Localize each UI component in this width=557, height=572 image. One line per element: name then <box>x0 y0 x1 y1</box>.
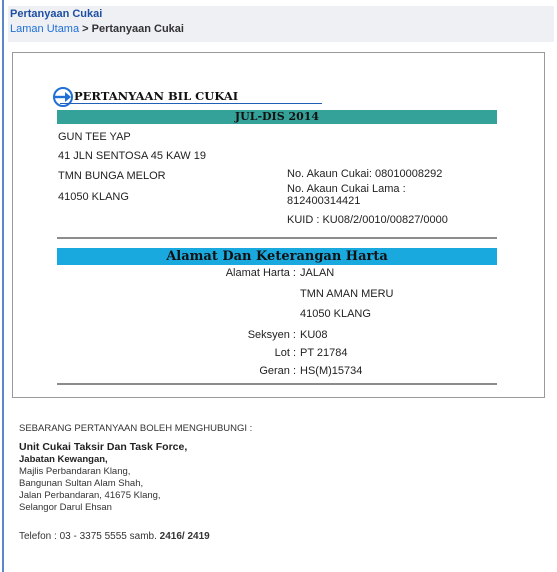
frame-border <box>2 0 4 572</box>
old-account-value: 812400314421 <box>287 195 361 207</box>
lot-value: PT 21784 <box>300 347 348 359</box>
contact-line: Majlis Perbandaran Klang, <box>19 466 131 477</box>
property-address-label: Alamat Harta : <box>225 267 296 279</box>
contact-phone: Telefon : 03 - 3375 5555 samb. 2416/ 241… <box>19 531 210 542</box>
old-account-label: No. Akaun Cukai Lama : <box>287 183 406 195</box>
contact-line: Bangunan Sultan Alam Shah, <box>19 478 144 489</box>
breadcrumb-home-link[interactable]: Laman Utama <box>10 23 79 35</box>
address-line1: 41 JLN SENTOSA 45 KAW 19 <box>58 150 206 162</box>
contact-dept: Jabatan Kewangan, <box>19 454 108 465</box>
seksyen-label: Seksyen : <box>247 329 296 341</box>
contact-intro: SEBARANG PERTANYAAN BOLEH MENGHUBUNGI : <box>19 423 253 434</box>
contact-line: Jalan Perbandaran, 41675 Klang, <box>19 490 161 501</box>
property-address-line: TMN AMAN MERU <box>300 288 394 300</box>
divider-top <box>57 237 497 239</box>
bill-header: PERTANYAAN BIL CUKAI <box>52 86 270 108</box>
geran-value: HS(M)15734 <box>300 365 363 377</box>
arrow-circle-icon <box>53 87 73 107</box>
property-address-line: 41050 KLANG <box>300 308 371 320</box>
title-bar: Pertanyaan Cukai Laman Utama > Pertanyaa… <box>8 6 554 42</box>
address-line3: 41050 KLANG <box>58 191 129 203</box>
lot-label: Lot : <box>274 347 296 359</box>
account-number: No. Akaun Cukai: 08010008292 <box>287 168 443 180</box>
owner-name: GUN TEE YAP <box>58 131 131 143</box>
breadcrumb-separator: > <box>79 23 92 35</box>
phone-extension: 2416/ 2419 <box>159 531 210 542</box>
breadcrumb: Laman Utama > Pertanyaan Cukai <box>10 23 184 35</box>
kuid: KUID : KU08/2/0010/00827/0000 <box>287 214 448 226</box>
property-heading: Alamat Dan Keterangan Harta <box>57 248 497 265</box>
address-line2: TMN BUNGA MELOR <box>58 170 166 182</box>
geran-label: Geran : <box>259 365 296 377</box>
breadcrumb-current: Pertanyaan Cukai <box>91 23 184 35</box>
bill-heading: PERTANYAAN BIL CUKAI <box>74 89 239 103</box>
contact-line: Selangor Darul Ehsan <box>19 502 112 513</box>
seksyen-value: KU08 <box>300 329 328 341</box>
contact-unit: Unit Cukai Taksir Dan Task Force, <box>19 441 188 453</box>
heading-underline <box>60 103 322 104</box>
property-address-line: JALAN <box>300 267 335 279</box>
period-bar: JUL-DIS 2014 <box>57 110 497 124</box>
divider-bottom <box>57 383 497 385</box>
phone-prefix: Telefon : 03 - 3375 5555 samb. <box>19 531 160 542</box>
page-title: Pertanyaan Cukai <box>10 8 103 20</box>
